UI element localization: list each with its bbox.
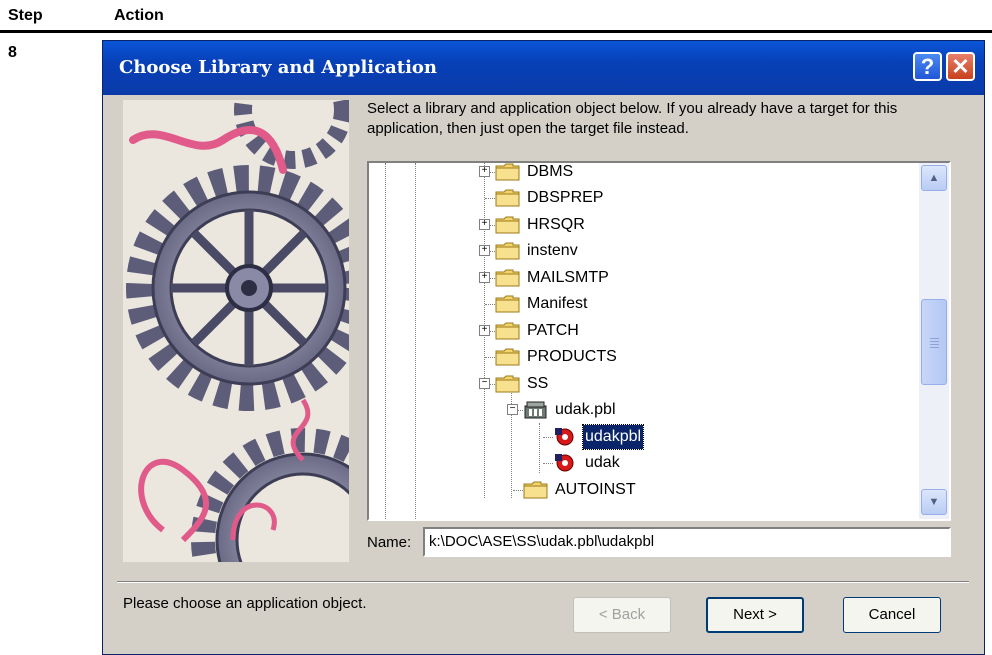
folder-icon <box>495 241 520 260</box>
help-button[interactable]: ? <box>913 52 942 81</box>
next-button[interactable]: Next > <box>706 597 804 633</box>
tree-item-label: udakpbl <box>581 424 645 450</box>
tree-guide-line <box>385 163 386 519</box>
choose-library-dialog: Choose Library and Application ? ✕ Selec… <box>102 40 985 655</box>
tree-connector <box>485 357 495 358</box>
expand-icon[interactable]: + <box>479 325 490 336</box>
expand-icon[interactable]: + <box>479 219 490 230</box>
tree-vertical-scrollbar[interactable]: ▲ ▼ <box>919 163 949 519</box>
status-text: Please choose an application object. <box>123 595 367 612</box>
scroll-thumb[interactable] <box>921 299 947 385</box>
folder-icon <box>495 215 520 234</box>
tree-item-label: instenv <box>527 242 578 259</box>
library-tree-view[interactable]: + DBMS DBSPREP + HRSQR + instenv + MAILSMTP Manif… <box>367 161 951 521</box>
dialog-title: Choose Library and Application <box>119 57 437 78</box>
expand-icon[interactable]: + <box>479 245 490 256</box>
application-object-icon <box>553 427 578 446</box>
tree-guide-line <box>415 163 416 519</box>
gears-artwork-icon <box>126 100 349 562</box>
title-bar[interactable]: Choose Library and Application ? ✕ <box>103 41 984 95</box>
tree-item-label: DBMS <box>527 163 574 180</box>
name-label: Name: <box>367 534 412 551</box>
folder-icon <box>495 374 520 393</box>
step-number: 8 <box>8 44 17 61</box>
close-button[interactable]: ✕ <box>946 52 975 81</box>
folder-icon <box>495 321 520 340</box>
tree-connector <box>543 437 553 438</box>
folder-icon <box>495 163 520 181</box>
tree-item-label: PRODUCTS <box>527 348 617 365</box>
folder-icon <box>523 480 548 499</box>
library-icon <box>523 400 548 419</box>
footer-separator <box>117 581 969 583</box>
tree-item-label: udak.pbl <box>555 401 616 418</box>
collapse-icon[interactable]: − <box>507 404 518 415</box>
tree-guide-line <box>539 423 540 473</box>
folder-icon <box>495 294 520 313</box>
tree-item-label: DBSPREP <box>527 189 604 206</box>
scroll-up-button[interactable]: ▲ <box>921 165 947 191</box>
application-object-icon <box>553 453 578 472</box>
tree-item-label: Manifest <box>527 295 588 312</box>
tree-item-label: MAILSMTP <box>527 269 609 286</box>
tree-connector <box>485 304 495 305</box>
folder-icon <box>495 347 520 366</box>
tree-item-label: AUTOINST <box>555 481 636 498</box>
collapse-icon[interactable]: − <box>479 378 490 389</box>
folder-icon <box>495 188 520 207</box>
tree-item-label: PATCH <box>527 322 579 339</box>
action-column-header: Action <box>114 7 164 24</box>
tree-item-label: udak <box>585 454 620 471</box>
step-column-header: Step <box>8 7 43 24</box>
expand-icon[interactable]: + <box>479 272 490 283</box>
folder-icon <box>495 268 520 287</box>
tree-item-label: SS <box>527 375 549 392</box>
tree-connector <box>513 490 523 491</box>
scroll-down-button[interactable]: ▼ <box>921 489 947 515</box>
tree-items-area: + DBMS DBSPREP + HRSQR + instenv + MAILSMTP Manif… <box>369 163 919 519</box>
back-button[interactable]: < Back <box>573 597 671 633</box>
tree-connector <box>543 463 553 464</box>
tree-connector <box>485 198 495 199</box>
cancel-button[interactable]: Cancel <box>843 597 941 633</box>
instruction-text: Select a library and application object … <box>367 100 898 137</box>
header-rule <box>0 30 992 33</box>
gears-illustration <box>123 100 349 562</box>
expand-icon[interactable]: + <box>479 166 490 177</box>
tree-item-label: HRSQR <box>527 216 585 233</box>
name-field[interactable]: k:\DOC\ASE\SS\udak.pbl\udakpbl <box>423 527 951 557</box>
